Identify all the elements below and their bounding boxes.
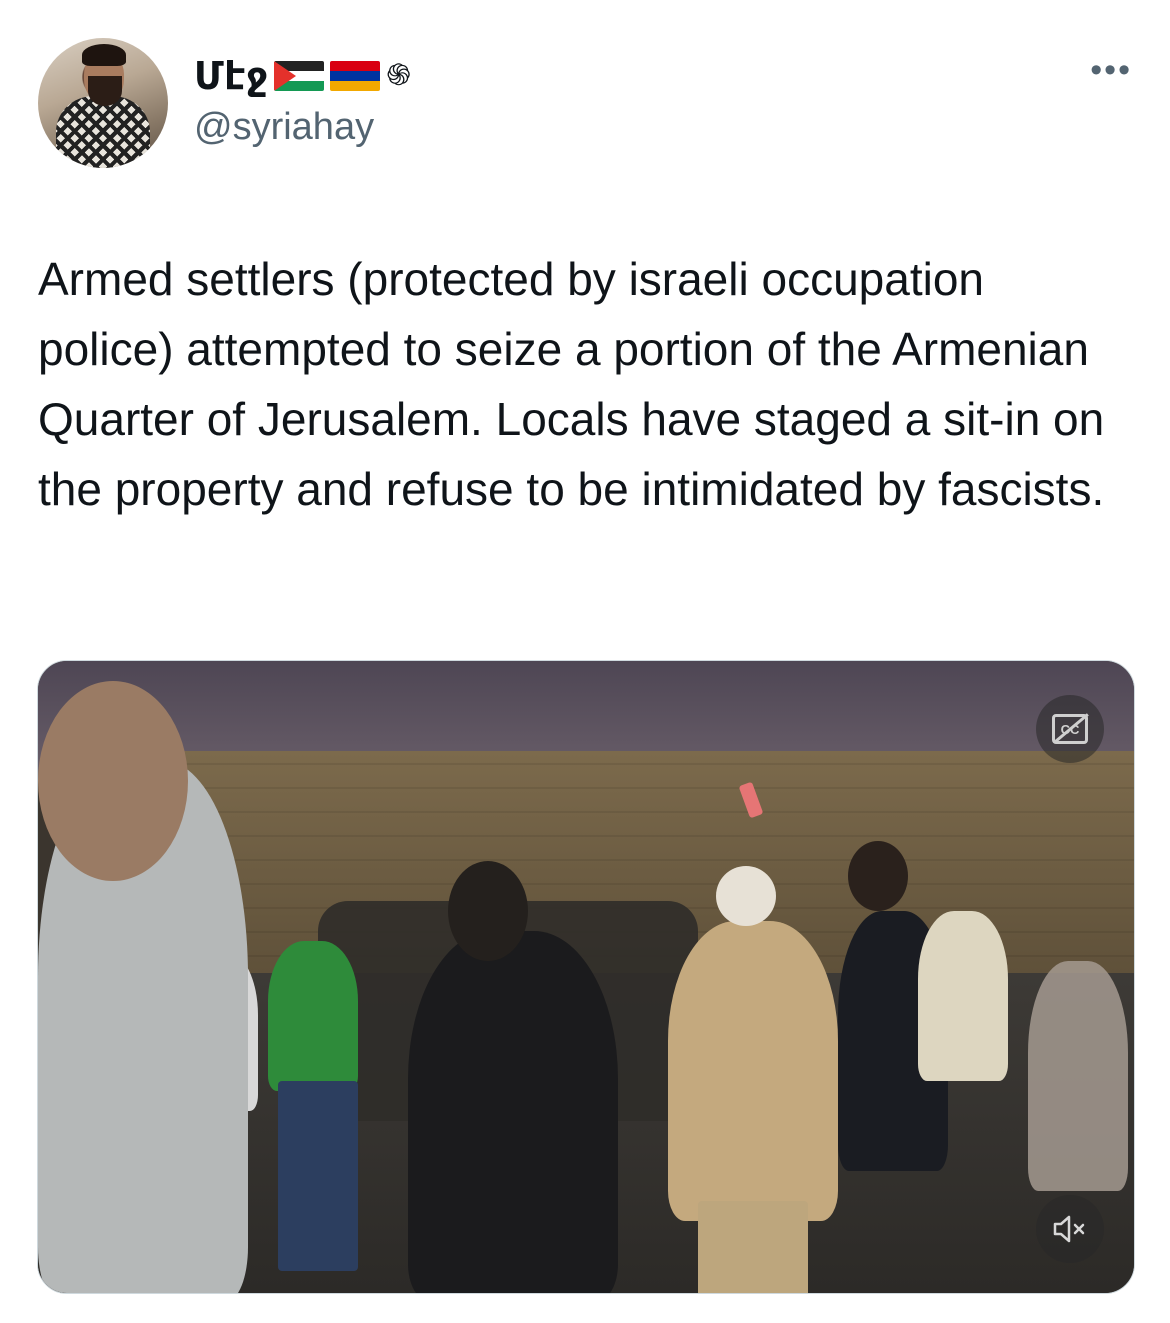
video-person-legs — [698, 1201, 808, 1293]
avatar-beard — [88, 76, 122, 106]
tweet-text: Armed settlers (protected by israeli occ… — [38, 253, 1105, 515]
video-person-legs — [278, 1081, 358, 1271]
captions-off-icon[interactable]: CC — [1036, 695, 1104, 763]
video-person-head — [448, 861, 528, 961]
armenia-flag-icon — [330, 61, 381, 91]
video-person-head — [38, 681, 188, 881]
video-person-cap — [716, 866, 776, 926]
video-person-robe — [408, 931, 618, 1293]
author-handle[interactable]: @syriahay — [194, 106, 374, 149]
tweet-video[interactable]: CC — [37, 660, 1135, 1294]
avatar[interactable] — [38, 38, 168, 168]
display-name[interactable]: Մէջ — [194, 54, 268, 99]
video-person — [918, 911, 1008, 1081]
video-person — [268, 941, 358, 1091]
avatar-scarf — [56, 96, 150, 168]
avatar-hair — [82, 44, 126, 66]
video-person — [668, 921, 838, 1221]
tweet-header: Մէջ ֍ @syriahay ••• — [38, 38, 1132, 170]
muted-speaker-icon[interactable] — [1036, 1195, 1104, 1263]
video-person — [1028, 961, 1128, 1191]
author-name-row[interactable]: Մէջ ֍ — [194, 52, 411, 100]
video-person-head — [848, 841, 908, 911]
more-options-icon[interactable]: ••• — [1090, 53, 1132, 87]
eternity-sign-icon: ֍ — [386, 59, 411, 92]
palestine-flag-icon — [274, 61, 325, 91]
